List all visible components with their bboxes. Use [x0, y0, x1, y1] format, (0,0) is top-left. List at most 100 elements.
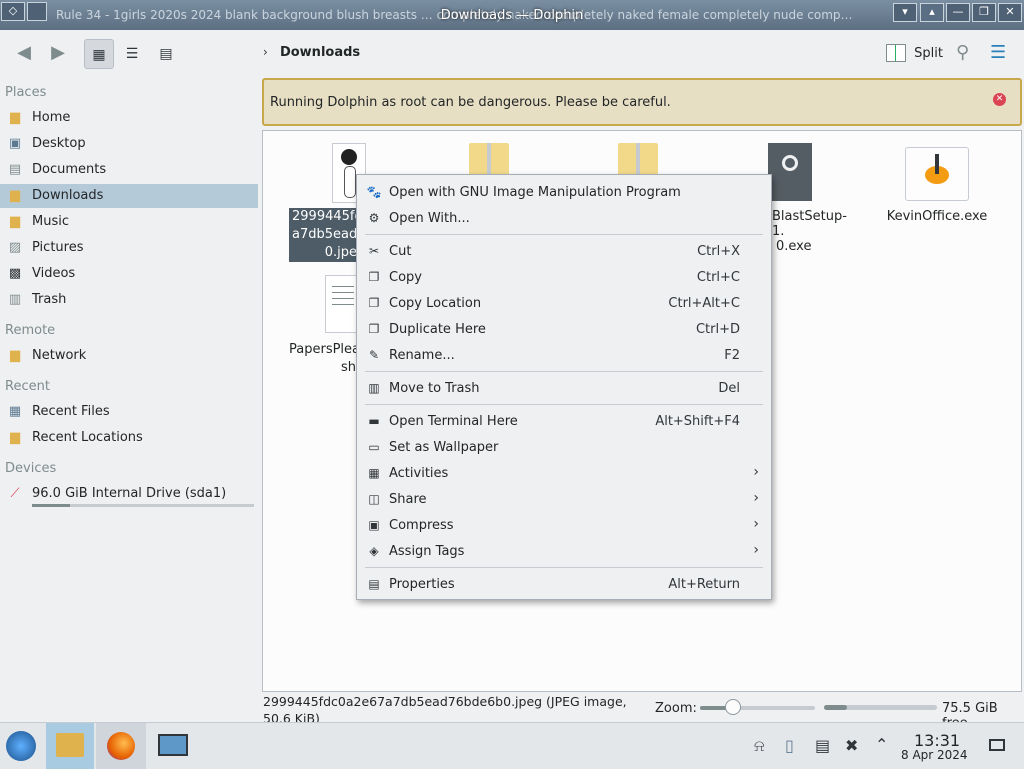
sidebar-item-pictures[interactable]: ▨ Pictures	[0, 236, 258, 260]
copy-location-icon: ❐	[368, 296, 380, 310]
archive-icon[interactable]	[469, 143, 509, 177]
menu-item-shortcut: Ctrl+Alt+C	[668, 296, 740, 311]
sidebar-item-downloads[interactable]: ▆ Downloads	[0, 184, 258, 208]
sidebar-item-documents[interactable]: ▤ Documents	[0, 158, 258, 182]
menu-item-properties[interactable]: ▤ Properties Alt+Return	[357, 571, 771, 597]
breadcrumb-current[interactable]: Downloads	[280, 45, 360, 60]
sidebar-item-internal-drive[interactable]: ⟋ 96.0 GiB Internal Drive (sda1)	[0, 482, 258, 512]
show-desktop-icon[interactable]	[989, 739, 1005, 751]
close-icon[interactable]: ✕	[993, 93, 1006, 106]
task-dolphin[interactable]	[46, 723, 94, 769]
menu-item-cut[interactable]: ✂ Cut Ctrl+X	[357, 238, 771, 264]
trash-icon: ▥	[368, 381, 380, 395]
split-view-icon	[886, 44, 906, 62]
menu-item-open-with[interactable]: ⚙ Open With...	[357, 205, 771, 231]
menu-item-assign-tags[interactable]: ◈ Assign Tags ›	[357, 538, 771, 564]
recent-files-icon: ▦	[8, 404, 22, 419]
menu-item-share[interactable]: ◫ Share ›	[357, 486, 771, 512]
maximize-button[interactable]: ❐	[972, 3, 996, 22]
tag-icon: ◈	[369, 544, 379, 558]
grid-icon: ▦	[92, 47, 106, 63]
menu-item-label: Compress	[389, 518, 454, 533]
search-icon[interactable]: ⚲	[956, 42, 969, 63]
notifications-icon[interactable]: ⍾	[754, 736, 765, 756]
rename-icon: ✎	[368, 348, 380, 362]
chevron-right-icon: ›	[753, 464, 759, 480]
drive-usage-fill	[32, 504, 70, 507]
menu-item-open-terminal-here[interactable]: ▬ Open Terminal Here Alt+Shift+F4	[357, 408, 771, 434]
close-button[interactable]: ✕	[998, 3, 1022, 22]
menu-item-label: Copy	[389, 270, 422, 285]
sidebar-item-network[interactable]: ▆ Network	[0, 344, 258, 368]
zoom-slider[interactable]	[700, 699, 815, 715]
details-list-icon: ▤	[159, 46, 173, 62]
copy-icon: ❐	[368, 270, 380, 284]
compact-view-button[interactable]: ☰	[118, 39, 146, 67]
clipboard-icon[interactable]: ▤	[815, 736, 830, 755]
menu-item-duplicate-here[interactable]: ❐ Duplicate Here Ctrl+D	[357, 316, 771, 342]
start-menu-icon[interactable]	[6, 731, 36, 761]
menu-item-open-with-gnu-image-manipulation-program[interactable]: 🐾 Open with GNU Image Manipulation Progra…	[357, 179, 771, 205]
folder-icon	[56, 733, 84, 757]
menu-item-shortcut: F2	[724, 348, 740, 363]
file-papersplease[interactable]: PapersPlea sh	[289, 341, 360, 377]
menu-item-shortcut: Del	[718, 381, 740, 396]
menu-item-shortcut: Ctrl+D	[695, 322, 740, 337]
menu-item-label: Open With...	[389, 211, 470, 226]
menu-item-shortcut: Ctrl+X	[697, 244, 740, 259]
vault-icon[interactable]: ▯	[785, 736, 794, 755]
split-button[interactable]: Split	[886, 44, 943, 62]
executable-gear-icon[interactable]	[768, 143, 812, 201]
forward-button[interactable]: ▶	[44, 39, 72, 67]
monitor-icon	[158, 734, 188, 756]
banner-message: Running Dolphin as root can be dangerous…	[270, 95, 671, 110]
clock-date[interactable]: 8 Apr 2024	[901, 748, 968, 762]
icons-view-button[interactable]: ▦	[84, 39, 114, 69]
keep-above-button[interactable]: ▴	[920, 3, 944, 22]
drive-usage-bar	[32, 504, 254, 507]
menu-item-set-as-wallpaper[interactable]: ▭ Set as Wallpaper	[357, 434, 771, 460]
details-view-button[interactable]: ▤	[152, 39, 180, 67]
volume-muted-icon[interactable]: ✖	[845, 736, 858, 755]
sidebar-item-trash[interactable]: ▥ Trash	[0, 288, 258, 312]
properties-icon: ▤	[368, 577, 380, 591]
music-folder-icon: ▆	[10, 214, 20, 229]
chevron-up-icon[interactable]: ⌃	[875, 735, 888, 754]
hamburger-menu-icon[interactable]: ☰	[990, 42, 1006, 63]
sidebar-item-recent-locations[interactable]: ▆ Recent Locations	[0, 426, 258, 450]
recent-locations-icon: ▆	[10, 430, 20, 445]
duplicate-icon: ❐	[368, 322, 380, 336]
open-with-icon: ⚙	[368, 211, 380, 225]
compact-list-icon: ☰	[125, 46, 139, 62]
archive-icon[interactable]	[618, 143, 658, 177]
sidebar-item-home[interactable]: ▆ Home	[0, 106, 258, 130]
keep-below-button[interactable]: ▾	[893, 3, 917, 22]
window-titlebar[interactable]: ◇ Rule 34 - 1girls 2020s 2024 blank back…	[0, 0, 1024, 30]
menu-item-activities[interactable]: ▦ Activities ›	[357, 460, 771, 486]
installer-icon[interactable]	[905, 147, 969, 201]
menu-item-move-to-trash[interactable]: ▥ Move to Trash Del	[357, 375, 771, 401]
task-system-settings[interactable]	[150, 723, 196, 769]
menu-item-copy-location[interactable]: ❐ Copy Location Ctrl+Alt+C	[357, 290, 771, 316]
menu-item-label: Open with GNU Image Manipulation Program	[389, 185, 681, 200]
gimp-icon: 🐾	[366, 185, 382, 199]
status-bar: 2999445fdc0a2e67a7db5ead76bde6b0.jpeg (J…	[262, 692, 1024, 731]
sidebar-item-music[interactable]: ▆ Music	[0, 210, 258, 234]
menu-item-rename[interactable]: ✎ Rename... F2	[357, 342, 771, 368]
menu-item-compress[interactable]: ▣ Compress ›	[357, 512, 771, 538]
back-button[interactable]: ◀	[10, 39, 38, 67]
task-firefox[interactable]	[96, 723, 146, 769]
sidebar-item-recent-files[interactable]: ▦ Recent Files	[0, 400, 258, 424]
toolbar: ◀ ▶ ▦ ☰ ▤ › Downloads Split ⚲ ☰	[0, 30, 1024, 76]
sidebar-item-desktop[interactable]: ▣ Desktop	[0, 132, 258, 156]
menu-item-copy[interactable]: ❐ Copy Ctrl+C	[357, 264, 771, 290]
zoom-slider-handle[interactable]	[725, 699, 742, 715]
compress-icon: ▣	[368, 518, 380, 532]
breadcrumb[interactable]: › Downloads	[263, 45, 360, 60]
arrow-right-icon: ▶	[51, 42, 65, 63]
file-jpeg-selected[interactable]: 2999445fd a7db5ead7 0.jpe	[289, 208, 357, 262]
sidebar-item-videos[interactable]: ▩ Videos	[0, 262, 258, 286]
file-kevinoffice[interactable]: KevinOffice.exe	[877, 209, 997, 224]
firefox-icon	[107, 732, 135, 760]
minimize-button[interactable]: —	[946, 3, 970, 22]
